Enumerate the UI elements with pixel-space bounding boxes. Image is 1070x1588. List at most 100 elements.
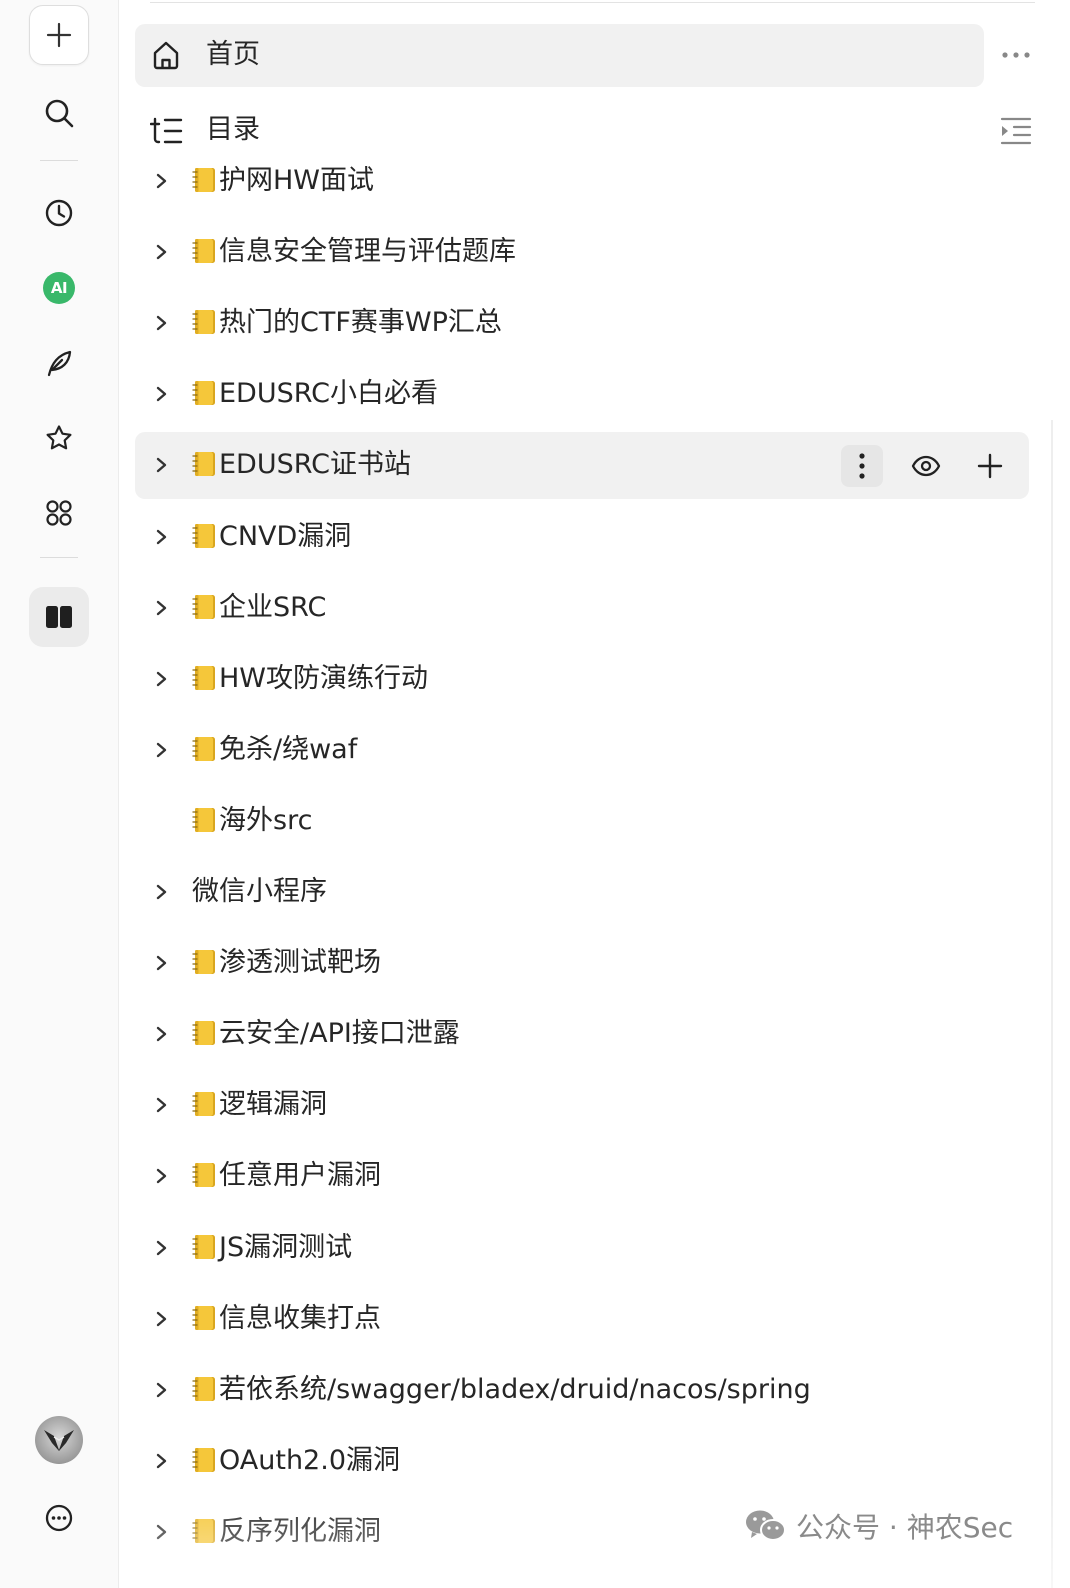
tree-item[interactable]: 微信小程序 (135, 859, 1029, 926)
tree-item[interactable]: 海外src (135, 788, 1029, 855)
tree-item-title: 若依系统/swagger/bladex/druid/nacos/spring (192, 1370, 811, 1410)
chevron-right-icon[interactable] (152, 597, 170, 619)
chevron-right-icon[interactable] (152, 383, 170, 405)
tree-item-label: EDUSRC证书站 (219, 449, 412, 480)
notebook-icon (192, 1161, 216, 1189)
home-label: 首页 (206, 39, 260, 70)
notebook-icon (192, 1375, 216, 1403)
notebook-icon (192, 948, 216, 976)
tree-item[interactable]: 云安全/API接口泄露 (135, 1001, 1029, 1068)
chevron-right-icon[interactable] (152, 241, 170, 263)
more-menu-button[interactable] (29, 1493, 89, 1543)
tree-item[interactable]: 热门的CTF赛事WP汇总 (135, 290, 1029, 357)
tree-item-label: OAuth2.0漏洞 (219, 1445, 400, 1476)
knowledge-base-button[interactable] (29, 587, 89, 647)
chevron-right-icon[interactable] (152, 526, 170, 548)
book-icon (46, 606, 72, 628)
chat-more-icon (45, 1504, 73, 1532)
chevron-right-icon[interactable] (152, 170, 170, 192)
ai-button[interactable]: AI (29, 263, 89, 313)
chevron-right-icon[interactable] (152, 739, 170, 761)
chevron-right-icon[interactable] (152, 668, 170, 690)
tree-item-label: 微信小程序 (192, 876, 327, 907)
tree-item-label: 企业SRC (219, 592, 327, 623)
chevron-right-icon[interactable] (152, 1379, 170, 1401)
clock-icon (45, 199, 73, 227)
tree-item[interactable]: 护网HW面试 (135, 148, 1029, 215)
notebook-icon (192, 166, 216, 194)
eye-icon (911, 455, 941, 477)
chevron-right-icon[interactable] (152, 881, 170, 903)
tree-item-label: 护网HW面试 (219, 165, 374, 196)
tree-item[interactable]: CNVD漏洞 (135, 504, 1029, 571)
tree-item[interactable]: OAuth2.0漏洞 (135, 1428, 1029, 1495)
row-preview-button[interactable] (905, 445, 947, 487)
chevron-right-icon[interactable] (152, 952, 170, 974)
favorites-button[interactable] (29, 413, 89, 463)
row-more-button[interactable] (841, 445, 883, 487)
chevron-right-icon[interactable] (152, 1521, 170, 1543)
tree-item-title: 微信小程序 (192, 872, 327, 912)
tree-item-title: 渗透测试靶场 (192, 943, 381, 983)
tree-item[interactable]: 逻辑漏洞 (135, 1072, 1029, 1139)
chevron-right-icon[interactable] (152, 1237, 170, 1259)
notebook-icon (192, 664, 216, 692)
chevron-right-icon[interactable] (152, 1308, 170, 1330)
notebook-icon (192, 1304, 216, 1332)
notebook-icon (192, 1019, 216, 1047)
tree-item-title: 企业SRC (192, 588, 326, 628)
chevron-right-icon[interactable] (152, 1023, 170, 1045)
tree-item[interactable]: 信息安全管理与评估题库 (135, 219, 1029, 286)
toc-label: 目录 (206, 114, 260, 145)
tree-item-title: 海外src (192, 801, 312, 841)
tree-item-title: 逻辑漏洞 (192, 1085, 327, 1125)
apps-button[interactable] (29, 488, 89, 538)
search-icon (45, 99, 74, 128)
tree-item[interactable]: EDUSRC证书站 (135, 432, 1029, 499)
chevron-right-icon[interactable] (152, 312, 170, 334)
tree-item[interactable]: HW攻防演练行动 (135, 646, 1029, 713)
tree-item-label: 逻辑漏洞 (219, 1089, 327, 1120)
tree-item-title: 云安全/API接口泄露 (192, 1014, 460, 1054)
chevron-right-icon[interactable] (152, 454, 170, 476)
home-item[interactable] (135, 24, 984, 87)
ai-icon: AI (43, 272, 75, 304)
collapse-toc-icon[interactable] (998, 114, 1034, 148)
notebook-icon (192, 593, 216, 621)
toc-icon (150, 117, 183, 144)
tree-item[interactable]: 渗透测试靶场 (135, 930, 1029, 997)
chevron-right-icon[interactable] (152, 1165, 170, 1187)
home-more-button[interactable] (997, 40, 1035, 70)
notebook-icon (192, 1446, 216, 1474)
chevron-right-icon[interactable] (152, 1094, 170, 1116)
user-avatar-button[interactable] (29, 1415, 89, 1465)
recent-button[interactable] (29, 188, 89, 238)
row-add-button[interactable] (969, 445, 1011, 487)
tree-item-label: 云安全/API接口泄露 (219, 1018, 460, 1049)
write-button[interactable] (29, 338, 89, 388)
top-divider (150, 2, 1035, 3)
tree-item-label: 免杀/绕waf (219, 734, 358, 765)
tree-item[interactable]: 免杀/绕waf (135, 717, 1029, 784)
notebook-icon (192, 379, 216, 407)
tree-item[interactable]: EDUSRC小白必看 (135, 361, 1029, 428)
search-button[interactable] (29, 88, 89, 138)
tree-item[interactable]: 信息收集打点 (135, 1286, 1029, 1353)
notebook-icon (192, 308, 216, 336)
wechat-icon (746, 1510, 786, 1541)
tree-item-title: OAuth2.0漏洞 (192, 1441, 400, 1481)
tree-item[interactable]: 企业SRC (135, 575, 1029, 642)
plus-icon (977, 453, 1003, 479)
scrollbar-track[interactable] (1051, 420, 1053, 1588)
tree-item[interactable]: JS漏洞测试 (135, 1215, 1029, 1282)
tree-item[interactable]: 若依系统/swagger/bladex/druid/nacos/spring (135, 1357, 1029, 1424)
new-button[interactable] (29, 5, 89, 65)
tree-item[interactable]: 任意用户漏洞 (135, 1143, 1029, 1210)
tree-item-title: 反序列化漏洞 (192, 1512, 381, 1552)
watermark: 公众号 · 神农Sec (744, 1505, 1013, 1547)
tree-item-label: 信息安全管理与评估题库 (219, 236, 516, 267)
rail-divider (40, 557, 78, 558)
chevron-right-icon[interactable] (152, 1450, 170, 1472)
tree-item-title: EDUSRC小白必看 (192, 374, 438, 414)
tree-item-label: CNVD漏洞 (219, 521, 352, 552)
